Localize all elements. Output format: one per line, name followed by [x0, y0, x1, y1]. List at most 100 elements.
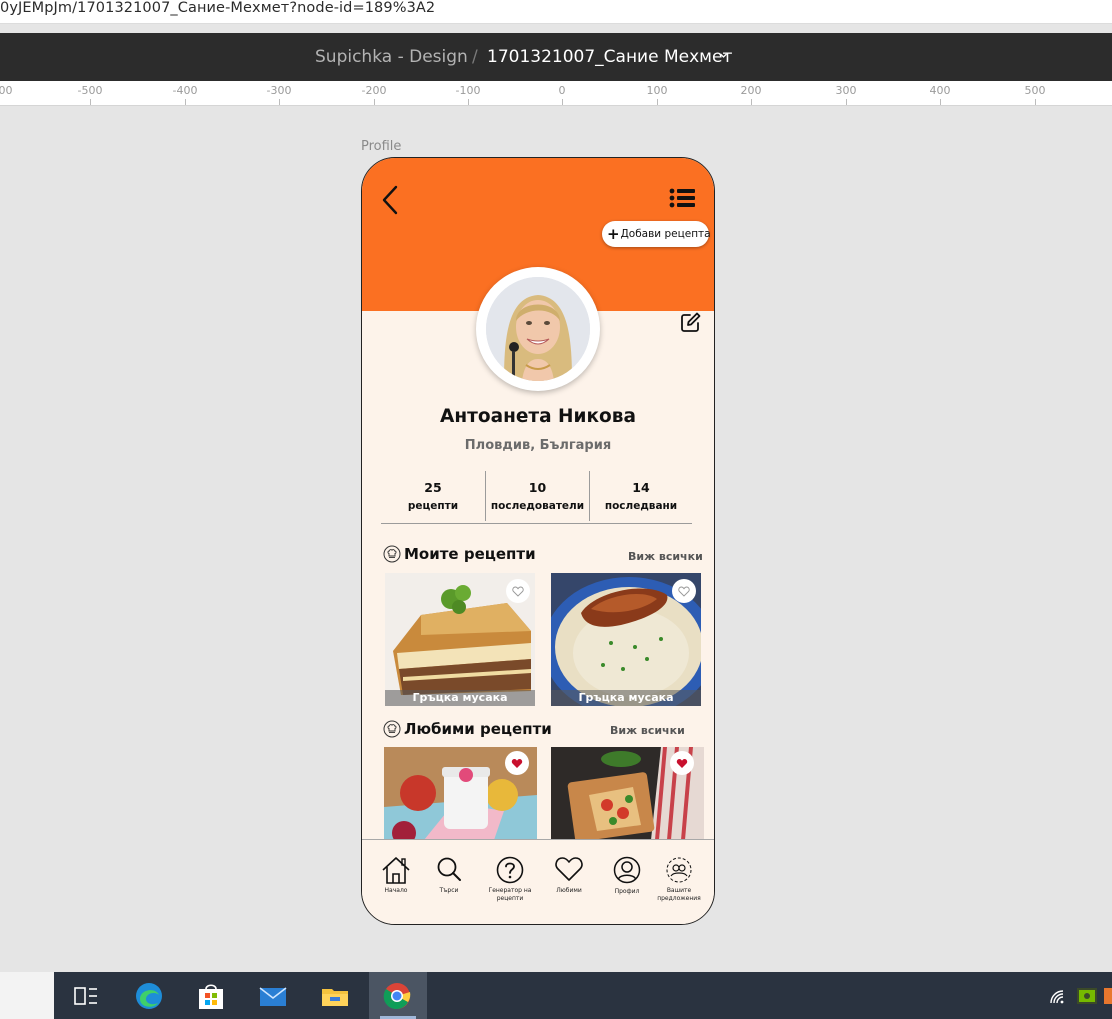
- file-explorer-icon[interactable]: [320, 981, 350, 1011]
- plus-icon: +: [607, 224, 620, 243]
- search-icon: [437, 857, 461, 881]
- ruler-tick: -400: [172, 84, 198, 97]
- stat-value: 10: [528, 480, 547, 495]
- stat-recipes[interactable]: 25 рецепти: [381, 471, 485, 521]
- chrome-icon[interactable]: [382, 981, 412, 1011]
- stat-followers[interactable]: 10 последователи: [486, 471, 589, 521]
- stat-label: рецепти: [407, 500, 459, 512]
- edge-browser-icon[interactable]: [134, 981, 164, 1011]
- heart-outline-icon: [512, 586, 524, 597]
- my-recipes-title: Моите рецепти: [404, 545, 536, 563]
- ruler-mark: [751, 99, 752, 105]
- back-arrow-icon[interactable]: [380, 184, 400, 216]
- chevron-down-icon[interactable]: [719, 51, 728, 60]
- favorite-button[interactable]: [672, 579, 696, 603]
- ruler-mark: [1035, 99, 1036, 105]
- ruler-tick: 200: [740, 84, 762, 97]
- ruler-mark: [657, 99, 658, 105]
- my-recipes-see-all-link[interactable]: Виж всички: [628, 550, 703, 563]
- avatar[interactable]: [476, 267, 600, 391]
- avatar-photo: [486, 277, 590, 381]
- favorite-button[interactable]: [505, 751, 529, 775]
- favorite-button[interactable]: [506, 579, 530, 603]
- add-recipe-label: Добави рецепта: [620, 228, 711, 240]
- edit-icon[interactable]: [680, 311, 702, 333]
- breadcrumb-project[interactable]: Supichka - Design: [315, 47, 468, 67]
- nav-recipe-generator[interactable]: Генератор на рецепти: [482, 840, 538, 924]
- ruler-tick: -500: [77, 84, 103, 97]
- heart-outline-icon: [678, 586, 690, 597]
- ruler-mark: [562, 99, 563, 105]
- recipe-card[interactable]: [384, 747, 537, 840]
- recipe-card[interactable]: Гръцка мусака: [385, 573, 535, 706]
- ruler-tick: 500: [1024, 84, 1046, 97]
- breadcrumb-separator: /: [472, 47, 478, 67]
- heart-filled-icon: [511, 758, 523, 768]
- ruler-mark: [185, 99, 186, 105]
- nav-search[interactable]: Търси: [430, 840, 468, 924]
- url-text[interactable]: 0yJEMpJm/1701321007_Сание-Мехмет?node-id…: [0, 0, 435, 16]
- heart-filled-icon: [676, 758, 688, 768]
- favorite-recipes-see-all-link[interactable]: Виж всички: [610, 724, 685, 737]
- home-icon: [382, 857, 410, 884]
- ruler-tick: -100: [455, 84, 481, 97]
- favorite-button[interactable]: [670, 751, 694, 775]
- ruler-tick: -300: [266, 84, 292, 97]
- stat-following[interactable]: 14 последвани: [590, 471, 692, 521]
- heart-icon: [555, 857, 583, 881]
- recipe-card[interactable]: Гръцка мусака: [551, 573, 701, 706]
- figma-toolbar: Supichka - Design / 1701321007_Сание Мех…: [0, 33, 1112, 81]
- nav-label: Любими: [556, 887, 582, 894]
- add-recipe-button[interactable]: + Добави рецепта: [602, 221, 711, 247]
- nav-home[interactable]: Начало: [376, 840, 416, 924]
- ruler-tick: -200: [361, 84, 387, 97]
- ruler-mark: [279, 99, 280, 105]
- stat-label: последователи: [490, 500, 585, 512]
- stat-label: последвани: [604, 500, 678, 512]
- question-icon: [496, 856, 524, 884]
- chef-hat-icon: [383, 720, 401, 738]
- nav-label: Търси: [439, 887, 459, 894]
- bottom-navigation: Начало Търси Генератор на рецепти Любими: [362, 839, 714, 924]
- wifi-icon[interactable]: [1047, 987, 1067, 1007]
- ruler-mark: [90, 99, 91, 105]
- task-view-icon[interactable]: [71, 981, 101, 1011]
- windows-taskbar: [0, 972, 1112, 1019]
- ruler-mark: [374, 99, 375, 105]
- microsoft-store-icon[interactable]: [196, 981, 226, 1011]
- stat-value: 25: [424, 480, 442, 495]
- profile-stats: 25 рецепти 10 последователи 14 последван…: [381, 471, 692, 524]
- nav-profile[interactable]: Профил: [608, 840, 646, 924]
- profile-frame[interactable]: + Добави рецепта Антоанета Никова Пловди…: [361, 157, 715, 925]
- nav-label: Генератор на рецепти: [488, 887, 532, 902]
- frame-label[interactable]: Profile: [361, 139, 401, 154]
- ruler-mark: [468, 99, 469, 105]
- chef-hat-icon: [383, 545, 401, 563]
- breadcrumb-file-name[interactable]: 1701321007_Сание Мехмет: [487, 47, 732, 67]
- ruler-tick: -600: [0, 84, 13, 97]
- ruler-tick: 100: [646, 84, 668, 97]
- profile-location: Пловдив, България: [464, 438, 612, 453]
- recipe-card[interactable]: [551, 747, 704, 840]
- canvas-ruler: -600 -500 -400 -300 -200 -100 0 100 200 …: [0, 81, 1112, 106]
- user-icon: [613, 856, 641, 884]
- ruler-tick: 0: [558, 84, 566, 97]
- ruler-tick: 400: [929, 84, 951, 97]
- ruler-mark: [940, 99, 941, 105]
- stat-value: 14: [632, 480, 650, 495]
- mail-icon[interactable]: [258, 981, 288, 1011]
- ruler-mark: [846, 99, 847, 105]
- nav-suggestions[interactable]: Вашите предложения: [654, 840, 704, 924]
- recipe-card-title: Гръцка мусака: [551, 690, 701, 706]
- favorite-recipes-title: Любими рецепти: [404, 720, 552, 738]
- nvidia-icon[interactable]: [1076, 986, 1098, 1006]
- browser-url-bar[interactable]: 0yJEMpJm/1701321007_Сание-Мехмет?node-id…: [0, 0, 1112, 24]
- profile-name: Антоанета Никова: [440, 406, 636, 427]
- taskbar-search-box[interactable]: [0, 972, 54, 1019]
- my-recipes-heading: Моите рецепти: [383, 545, 536, 563]
- nav-favorites[interactable]: Любими: [550, 840, 588, 924]
- list-menu-icon[interactable]: [669, 188, 695, 208]
- nav-label: Профил: [614, 888, 640, 895]
- suggestions-icon: [666, 857, 692, 883]
- tray-app-icon[interactable]: [1104, 986, 1112, 1006]
